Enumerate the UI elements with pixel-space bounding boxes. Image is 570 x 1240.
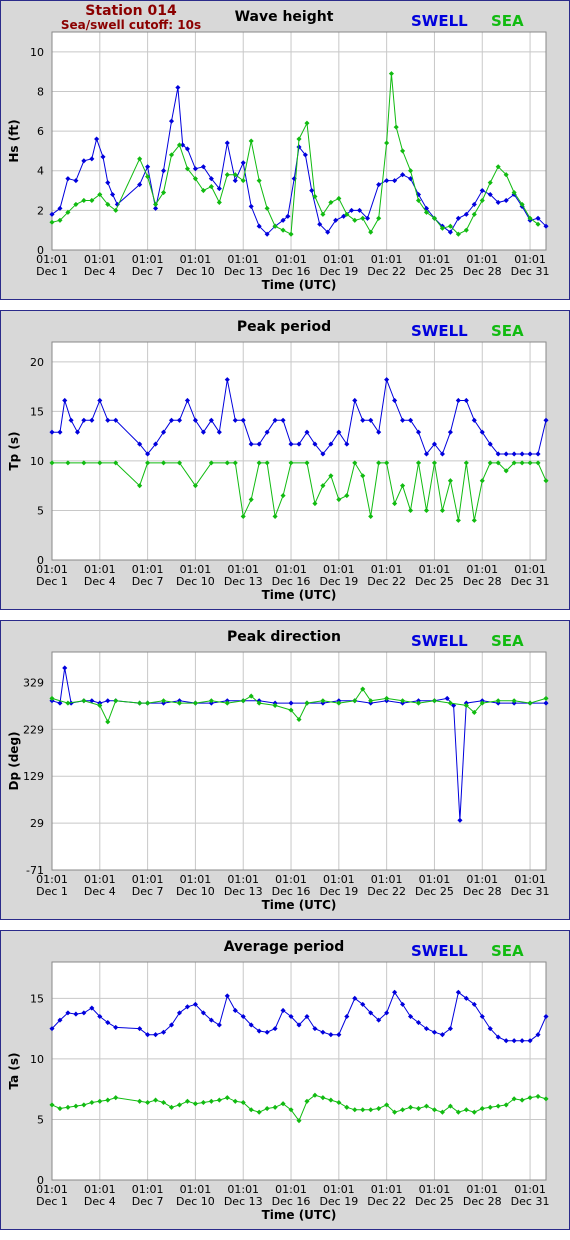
x-tick-date: Dec 16 (272, 265, 311, 278)
station-label: Station 014 (85, 3, 177, 19)
x-axis-title: Time (UTC) (262, 1208, 337, 1222)
x-tick-date: Dec 28 (463, 1195, 502, 1208)
peak-period-panel: 0 5 10 15 20 01:01 Dec 1 01:01 Dec 4 01:01 Dec 7 01… (0, 310, 570, 610)
x-tick-date: Dec 4 (84, 575, 116, 588)
x-tick-date: Dec 25 (415, 885, 454, 898)
y-tick-label: 6 (37, 125, 44, 138)
x-tick-date: Dec 10 (176, 575, 215, 588)
peak-direction-panel: -71 29 129 229 329 01:01 Dec 1 01:01 Dec 4 01:01 D… (0, 620, 570, 920)
chart-title: Average period (224, 939, 345, 955)
plot-area (52, 962, 546, 1180)
y-tick-label: 20 (30, 356, 44, 369)
x-tick-date: Dec 25 (415, 575, 454, 588)
y-tick-label: 15 (30, 405, 44, 418)
x-tick-date: Dec 31 (511, 265, 550, 278)
x-tick-date: Dec 25 (415, 1195, 454, 1208)
x-tick-date: Dec 22 (367, 885, 406, 898)
x-axis-title: Time (UTC) (262, 278, 337, 292)
plot-area (52, 342, 546, 560)
legend-swell: SWELL (411, 322, 468, 340)
legend-swell: SWELL (411, 942, 468, 960)
y-tick-label: 129 (23, 770, 44, 783)
x-tick-date: Dec 10 (176, 885, 215, 898)
chart-title: Peak direction (227, 629, 341, 645)
x-tick-date: Dec 28 (463, 885, 502, 898)
y-tick-label: 10 (30, 46, 44, 59)
legend-swell: SWELL (411, 12, 468, 30)
average-period-panel: 0 5 10 15 01:01 Dec 1 01:01 Dec 4 01:01 Dec 7 01:0… (0, 930, 570, 1230)
legend-sea: SEA (491, 322, 524, 340)
y-tick-label: 10 (30, 455, 44, 468)
x-tick-date: Dec 16 (272, 575, 311, 588)
legend-sea: SEA (491, 942, 524, 960)
x-tick-date: Dec 1 (36, 1195, 68, 1208)
y-tick-label: 329 (23, 676, 44, 689)
x-tick-date: Dec 25 (415, 265, 454, 278)
x-tick-date: Dec 7 (132, 885, 164, 898)
y-tick-label: 2 (37, 204, 44, 217)
x-tick-date: Dec 19 (319, 1195, 358, 1208)
x-tick-date: Dec 1 (36, 885, 68, 898)
x-tick-date: Dec 4 (84, 265, 116, 278)
x-tick-date: Dec 7 (132, 1195, 164, 1208)
x-tick-date: Dec 16 (272, 1195, 311, 1208)
x-tick-date: Dec 13 (224, 1195, 263, 1208)
legend-sea: SEA (491, 632, 524, 650)
wave-height-panel: 0 2 4 6 8 10 01:01 Dec 1 01:01 Dec 4 01:01 Dec 7 01:… (0, 0, 570, 300)
y-tick-label: 4 (37, 165, 44, 178)
chart-title: Wave height (235, 9, 334, 25)
x-tick-date: Dec 28 (463, 265, 502, 278)
x-tick-date: Dec 22 (367, 265, 406, 278)
x-axis-title: Time (UTC) (262, 588, 337, 602)
x-tick-date: Dec 13 (224, 885, 263, 898)
chart-svg: 05101501:01Dec 101:01Dec 401:01Dec 701:0… (7, 939, 550, 1222)
cutoff-label: Sea/swell cutoff: 10s (61, 18, 201, 32)
y-tick-label: 229 (23, 723, 44, 736)
x-tick-date: Dec 4 (84, 1195, 116, 1208)
y-tick-label: 5 (37, 504, 44, 517)
x-tick-date: Dec 1 (36, 575, 68, 588)
legend-sea: SEA (491, 12, 524, 30)
chart-svg: -712912922932901:01Dec 101:01Dec 401:01D… (7, 629, 550, 912)
x-tick-date: Dec 19 (319, 575, 358, 588)
legend-swell: SWELL (411, 632, 468, 650)
x-tick-date: Dec 31 (511, 1195, 550, 1208)
chart-svg: 024681001:01Dec 101:01Dec 401:01Dec 701:… (7, 3, 550, 292)
chart-title: Peak period (237, 319, 331, 335)
x-tick-date: Dec 22 (367, 575, 406, 588)
x-tick-date: Dec 16 (272, 885, 311, 898)
x-tick-date: Dec 31 (511, 575, 550, 588)
y-axis-title: Tp (s) (7, 431, 21, 470)
chart-svg: 0510152001:01Dec 101:01Dec 401:01Dec 701… (7, 319, 550, 602)
plot-area (52, 652, 546, 870)
x-tick-date: Dec 10 (176, 1195, 215, 1208)
x-tick-date: Dec 10 (176, 265, 215, 278)
x-tick-date: Dec 4 (84, 885, 116, 898)
x-tick-date: Dec 19 (319, 885, 358, 898)
y-axis-title: Hs (ft) (7, 119, 21, 162)
y-axis-title: Dp (deg) (7, 731, 21, 790)
x-tick-date: Dec 31 (511, 885, 550, 898)
y-tick-label: 5 (37, 1113, 44, 1126)
y-tick-label: 15 (30, 992, 44, 1005)
y-tick-label: 10 (30, 1053, 44, 1066)
y-tick-label: 29 (30, 817, 44, 830)
y-axis-title: Ta (s) (7, 1052, 21, 1089)
x-tick-date: Dec 1 (36, 265, 68, 278)
x-tick-date: Dec 13 (224, 265, 263, 278)
x-tick-date: Dec 22 (367, 1195, 406, 1208)
y-tick-label: 8 (37, 85, 44, 98)
x-tick-date: Dec 28 (463, 575, 502, 588)
x-axis-title: Time (UTC) (262, 898, 337, 912)
x-tick-date: Dec 19 (319, 265, 358, 278)
x-tick-date: Dec 7 (132, 265, 164, 278)
x-tick-date: Dec 13 (224, 575, 263, 588)
x-tick-date: Dec 7 (132, 575, 164, 588)
